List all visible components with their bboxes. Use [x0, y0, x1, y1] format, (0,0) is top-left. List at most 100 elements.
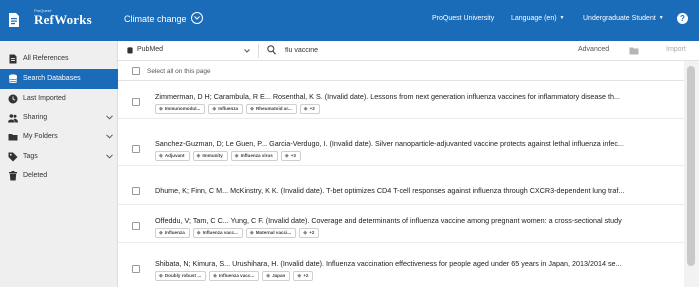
scrollbar-thumb[interactable] [687, 66, 695, 266]
sidebar-item-search-databases[interactable]: Search Databases [0, 69, 118, 89]
select-all-checkbox[interactable] [132, 67, 140, 75]
result-checkbox[interactable] [132, 222, 140, 230]
tag-label: Influenza vacc... [218, 273, 255, 278]
sidebar-item-label: Deleted [23, 172, 48, 179]
tag-more-chip[interactable]: ◆ +2 [299, 104, 320, 114]
chevron-down-icon[interactable] [106, 134, 113, 139]
tag-icon: ◆ [250, 106, 254, 112]
user-menu[interactable]: Undergraduate Student ▼ [583, 15, 664, 22]
sidebar-item-sharing[interactable]: Sharing [0, 108, 118, 128]
tag-label: Influenza [164, 230, 185, 235]
tag-icon: ◆ [196, 153, 201, 159]
document-logo-icon [9, 13, 19, 27]
result-row[interactable]: Dhume, K; Finn, C M... McKinstry, K K. (… [118, 177, 684, 205]
sidebar-item-label: Last Imported [23, 95, 66, 102]
tag-more-chip[interactable]: ◆ +2 [299, 228, 320, 238]
sidebar-item-all-references[interactable]: All References [0, 49, 118, 69]
tag-label: Doubly robust ... [164, 273, 202, 278]
tag-chip[interactable]: ◆ Immunity [192, 151, 228, 161]
clock-icon [8, 94, 18, 104]
sidebar-item-tags[interactable]: Tags [0, 147, 118, 167]
tag-icon: ◆ [159, 106, 163, 112]
tag-label: +2 [309, 230, 315, 235]
import-button[interactable]: Import [666, 46, 686, 53]
folder-icon[interactable] [629, 46, 639, 55]
sidebar-item-label: Tags [23, 153, 38, 160]
sidebar-item-deleted[interactable]: Deleted [0, 166, 118, 186]
select-all-row: Select all on this page [118, 61, 684, 81]
result-row[interactable]: Sanchez-Guzman, D; Le Guen, P... Garcia-… [118, 130, 684, 166]
result-row[interactable]: Shibata, N; Kimura, S... Urushihara, H. … [118, 250, 684, 286]
language-menu[interactable]: Language (en) ▼ [511, 15, 565, 22]
result-checkbox[interactable] [132, 145, 140, 153]
tag-label: Immunomodul... [164, 106, 201, 111]
tag-icon: ◆ [196, 230, 201, 236]
help-icon[interactable]: ? [677, 13, 688, 24]
search-input[interactable] [285, 44, 535, 57]
people-icon [8, 114, 18, 123]
refworks-logo[interactable]: ProQuest· RefWorks [0, 0, 118, 41]
chevron-down-icon[interactable] [106, 154, 113, 159]
trash-icon [9, 171, 17, 181]
result-checkbox[interactable] [132, 98, 140, 106]
tag-chip[interactable]: ◆ Japan [262, 271, 291, 281]
result-checkbox[interactable] [132, 265, 140, 273]
folder-icon [8, 134, 18, 141]
sidebar-item-label: Sharing [23, 114, 48, 121]
tag-chip[interactable]: ◆ Influenza vacc... [192, 228, 243, 238]
tag-chip[interactable]: ◆ Adjuvant [155, 151, 190, 161]
result-citation[interactable]: Offeddu, V; Tam, C C... Yung, C F. (Inva… [155, 216, 682, 225]
project-title[interactable]: Climate change [124, 14, 187, 24]
search-icon[interactable] [267, 45, 276, 55]
tag-icon: ◆ [234, 153, 239, 159]
tag-icon: ◆ [212, 106, 217, 112]
project-menu-chevron-icon[interactable] [191, 12, 203, 24]
tag-list: ◆ Immunomodul... ◆ Influenza ◆ Rheumatoid a… [155, 104, 320, 114]
tag-icon: ◆ [249, 230, 254, 236]
tag-label: Influenza virus [240, 153, 273, 158]
advanced-search-link[interactable]: Advanced [578, 46, 609, 53]
result-checkbox[interactable] [132, 187, 140, 195]
tag-chip[interactable]: ◆ Influenza [155, 228, 190, 238]
result-citation[interactable]: Dhume, K; Finn, C M... McKinstry, K K. (… [155, 186, 682, 195]
database-icon [127, 47, 133, 54]
tag-chip[interactable]: ◆ Influenza virus [230, 151, 278, 161]
tag-icon: ◆ [213, 273, 217, 279]
chevron-down-icon[interactable] [106, 115, 113, 120]
caret-down-icon: ▼ [658, 15, 664, 21]
caret-down-icon: ▼ [559, 15, 565, 21]
database-icon [8, 74, 18, 83]
tag-icon: ◆ [284, 153, 289, 159]
language-label: Language (en) [511, 15, 557, 22]
tag-chip[interactable]: ◆ Doubly robust ... [155, 271, 207, 281]
tag-chip[interactable]: ◆ Maternal vacci... [245, 228, 297, 238]
tag-list: ◆ Influenza ◆ Influenza vacc... ◆ Maternal … [155, 228, 320, 238]
institution-link[interactable]: ProQuest University [432, 15, 494, 22]
tag-chip[interactable]: ◆ Influenza [208, 104, 244, 114]
tag-more-chip[interactable]: ◆ +2 [293, 271, 314, 281]
result-citation[interactable]: Sanchez-Guzman, D; Le Guen, P... Garcia-… [155, 139, 682, 148]
result-row[interactable]: Zimmerman, D H; Carambula, R E... Rosent… [118, 83, 684, 119]
refworks-label: RefWorks [34, 12, 92, 27]
tag-icon: ◆ [303, 106, 308, 112]
tag-more-chip[interactable]: ◆ +3 [280, 151, 301, 161]
chevron-down-icon[interactable] [244, 49, 250, 53]
tag-chip[interactable]: ◆ Rheumatoid ar... [246, 104, 297, 114]
tag-icon: ◆ [159, 153, 163, 159]
select-all-label: Select all on this page [147, 68, 211, 75]
tag-chip[interactable]: ◆ Influenza vacc... [209, 271, 260, 281]
result-citation[interactable]: Zimmerman, D H; Carambula, R E... Rosent… [155, 92, 682, 101]
tag-list: ◆ Adjuvant ◆ Immunity ◆ Influenza virus ◆ +3 [155, 151, 301, 161]
sidebar-item-last-imported[interactable]: Last Imported [0, 89, 118, 109]
search-bar: PubMed Advanced Import [118, 41, 699, 61]
tag-chip[interactable]: ◆ Immunomodul... [155, 104, 206, 114]
tag-icon: ◆ [159, 273, 163, 279]
tag-label: Rheumatoid ar... [255, 106, 292, 111]
tag-label: Immunity [202, 153, 223, 158]
result-row[interactable]: Offeddu, V; Tam, C C... Yung, C F. (Inva… [118, 207, 684, 243]
sidebar-item-my-folders[interactable]: My Folders [0, 127, 118, 147]
tag-icon: ◆ [159, 230, 163, 236]
result-citation[interactable]: Shibata, N; Kimura, S... Urushihara, H. … [155, 259, 682, 268]
database-select[interactable]: PubMed [137, 46, 163, 53]
sidebar-item-label: My Folders [23, 133, 58, 140]
